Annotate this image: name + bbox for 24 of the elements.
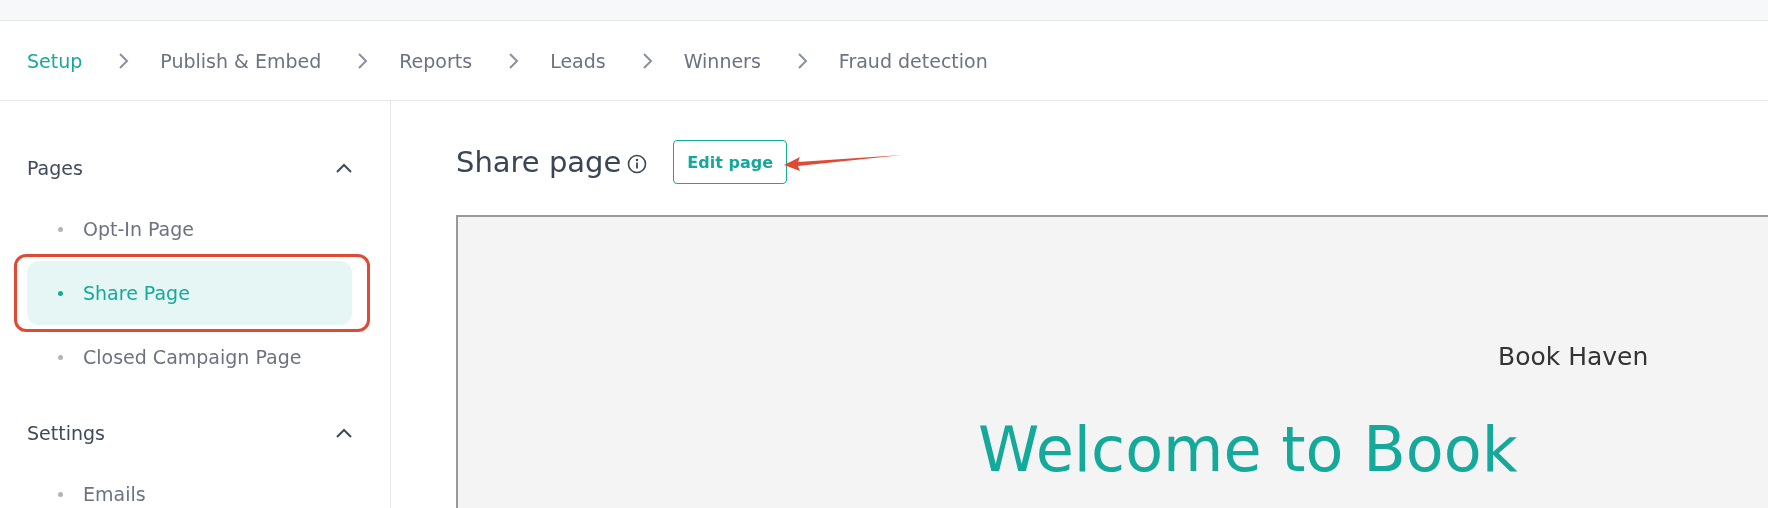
page-title: Share page (456, 145, 622, 179)
breadcrumb-link[interactable]: Reports (399, 49, 473, 72)
section-title: Pages (27, 157, 83, 179)
breadcrumb-link[interactable]: Winners (683, 49, 761, 72)
chevron-right-icon (508, 51, 521, 70)
chevron-right-icon (796, 51, 809, 70)
chevron-right-icon (357, 51, 370, 70)
breadcrumb-link[interactable]: Publish & Embed (160, 49, 322, 72)
sidebar-item[interactable]: Opt-In Page (27, 197, 352, 261)
edit-page-button[interactable]: Edit page (673, 140, 787, 184)
sidebar-item[interactable]: Emails (27, 462, 352, 508)
breadcrumb-link[interactable]: Leads (550, 49, 606, 72)
brand-name: Book Haven (1498, 342, 1649, 371)
sidebar-item[interactable]: Share Page (27, 261, 352, 325)
breadcrumb-link[interactable]: Setup (27, 49, 83, 72)
preview-headline: Welcome to Book (978, 413, 1518, 486)
chevron-up-icon[interactable] (335, 427, 353, 439)
info-icon[interactable] (627, 154, 648, 174)
chevron-up-icon[interactable] (335, 162, 353, 174)
breadcrumb-link[interactable]: Fraud detection (838, 49, 988, 72)
sidebar-item[interactable]: Closed Campaign Page (27, 325, 352, 389)
chevron-right-icon (641, 51, 654, 70)
section-title: Settings (27, 422, 105, 444)
chevron-right-icon (118, 51, 131, 70)
